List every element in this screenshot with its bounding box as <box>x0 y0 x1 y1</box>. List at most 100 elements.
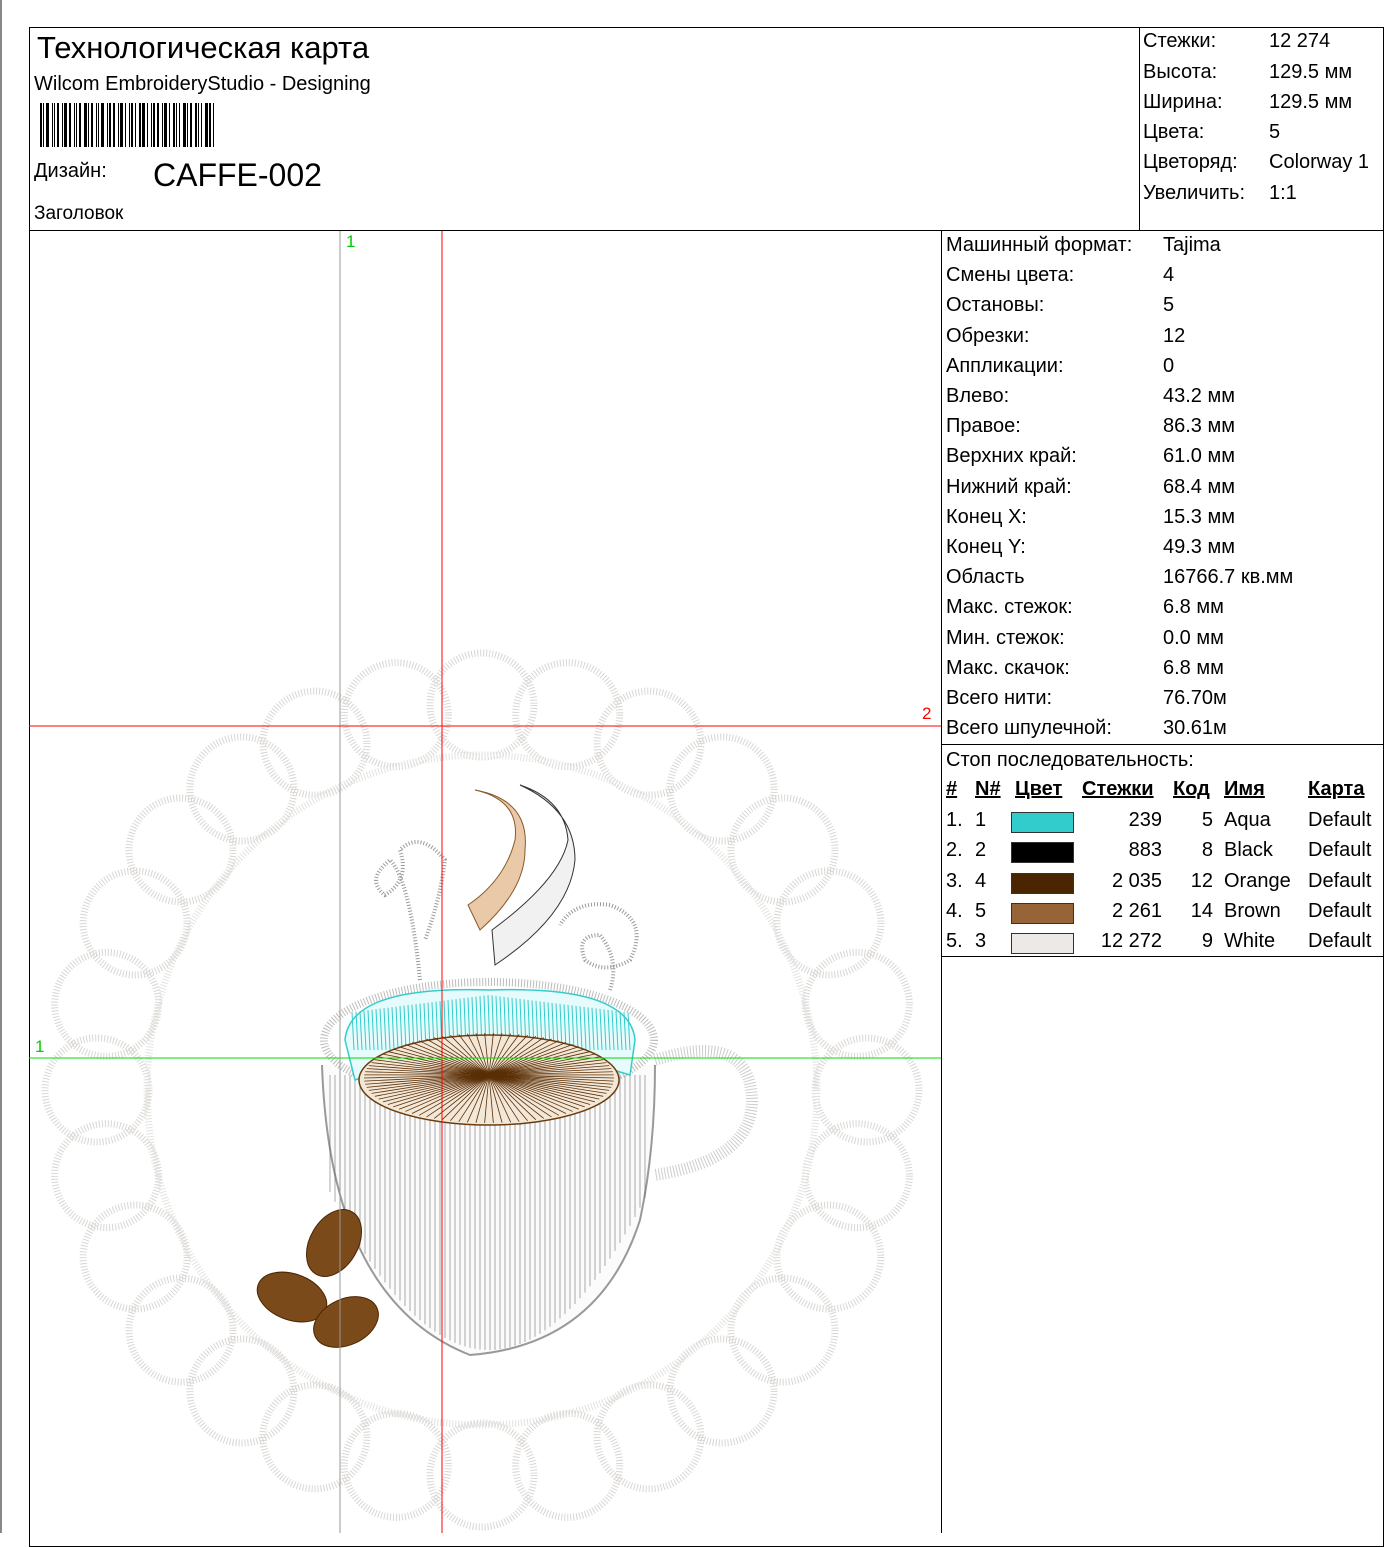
stat-value: 12 <box>1163 325 1185 348</box>
divider <box>1139 27 1140 230</box>
stat-label: Смены цвета: <box>946 264 1074 286</box>
stat-row: Макс. стежок:6.8 мм <box>946 596 1073 619</box>
cell-needle: 5 <box>975 900 986 923</box>
stat-row: Мин. стежок:0.0 мм <box>946 627 1065 650</box>
barcode-bar <box>173 103 175 147</box>
stat-label: Всего нити: <box>946 687 1052 709</box>
stat-value: 86.3 мм <box>1163 415 1235 438</box>
cell-needle: 2 <box>975 839 986 862</box>
barcode-bar <box>129 103 130 147</box>
stat-row: Верхних край:61.0 мм <box>946 445 1077 468</box>
stat-label: Область <box>946 566 1025 588</box>
stat-row: Всего шпулечной:30.61м <box>946 717 1112 740</box>
scallop <box>190 1339 294 1443</box>
barcode-bar <box>135 103 136 147</box>
page-title: Технологическая карта <box>37 30 369 66</box>
color-swatch <box>1011 812 1074 833</box>
scallop <box>263 691 367 795</box>
barcode-bar <box>79 103 81 147</box>
barcode-bar <box>162 103 163 147</box>
stat-value: 6.8 мм <box>1163 657 1224 680</box>
cell-index: 3. <box>946 870 963 893</box>
scallop <box>516 1413 620 1517</box>
stat-row: Нижний край:68.4 мм <box>946 476 1072 499</box>
cell-name: Black <box>1224 839 1273 862</box>
stat-row: Конец X:15.3 мм <box>946 506 1027 529</box>
scallop <box>597 691 701 795</box>
summary-row: Увеличить:1:1 <box>1143 182 1245 205</box>
barcode-bar <box>64 103 67 147</box>
summary-value: 129.5 мм <box>1269 61 1352 84</box>
summary-value: 5 <box>1269 121 1280 144</box>
cell-needle: 4 <box>975 870 986 893</box>
scallop <box>597 1385 701 1489</box>
barcode-bar <box>43 103 44 147</box>
barcode-bar <box>101 103 104 147</box>
barcode-bar <box>139 103 141 147</box>
cell-name: White <box>1224 930 1275 953</box>
barcode-bar <box>107 103 108 147</box>
col-header-code: Код <box>1173 778 1210 801</box>
stat-label: Макс. скачок: <box>946 657 1070 679</box>
barcode-bar <box>147 103 148 147</box>
barcode-bar <box>118 103 119 147</box>
barcode-bar <box>88 103 89 147</box>
app-subtitle: Wilcom EmbroideryStudio - Designing <box>34 73 371 96</box>
barcode-bar <box>40 103 42 147</box>
cell-name: Brown <box>1224 900 1281 923</box>
stat-row: Обрезки:12 <box>946 325 1029 348</box>
summary-value: 129.5 мм <box>1269 91 1352 114</box>
barcode-bar <box>153 103 155 147</box>
col-header-color: Цвет <box>1015 778 1062 801</box>
scallop <box>344 1413 448 1517</box>
stat-value: 68.4 мм <box>1163 476 1235 499</box>
stat-row: Аппликации:0 <box>946 355 1064 378</box>
cell-stitches: 12 272 <box>1101 930 1162 953</box>
col-header-index: # <box>946 778 957 801</box>
stat-label: Всего шпулечной: <box>946 717 1112 739</box>
summary-value: 12 274 <box>1269 30 1330 53</box>
barcode-bar <box>157 103 159 147</box>
cell-chart: Default <box>1308 930 1371 953</box>
marker-label: 1 <box>35 1037 44 1057</box>
stat-row: Конец Y:49.3 мм <box>946 536 1026 559</box>
barcode-bar <box>169 103 170 147</box>
stat-label: Конец X: <box>946 506 1027 528</box>
stat-value: 4 <box>1163 264 1174 287</box>
barcode-bar <box>57 103 59 147</box>
cell-chart: Default <box>1308 870 1371 893</box>
stat-label: Макс. стежок: <box>946 596 1073 618</box>
scallop <box>190 737 294 841</box>
col-header-needle: N# <box>975 778 1001 801</box>
summary-row: Стежки:12 274 <box>1143 30 1216 53</box>
barcode-bar <box>125 103 126 147</box>
barcode-bar <box>198 103 199 147</box>
scallop <box>55 952 159 1056</box>
table-row: 1. 1 239 5 Aqua Default <box>941 809 1384 839</box>
stat-label: Влево: <box>946 385 1009 407</box>
stat-value: 5 <box>1163 294 1174 317</box>
stat-label: Обрезки: <box>946 325 1029 347</box>
color-swatch <box>1011 842 1074 863</box>
summary-row: Высота:129.5 мм <box>1143 61 1217 84</box>
scallop <box>430 653 534 757</box>
barcode-bar <box>74 103 75 147</box>
marker-label: 2 <box>922 704 931 724</box>
barcode-bar <box>179 103 180 147</box>
summary-label: Высота: <box>1143 61 1217 83</box>
stat-value: 76.70м <box>1163 687 1227 710</box>
stop-sequence-title: Стоп последовательность: <box>946 749 1194 772</box>
cell-stitches: 2 035 <box>1112 870 1162 893</box>
scallop <box>129 798 233 902</box>
barcode <box>40 103 217 147</box>
stat-row: Макс. скачок:6.8 мм <box>946 657 1070 680</box>
barcode-bar <box>76 103 77 147</box>
divider <box>941 744 1384 745</box>
table-row: 2. 2 883 8 Black Default <box>941 839 1384 869</box>
design-label: Дизайн: <box>34 160 107 183</box>
cell-needle: 3 <box>975 930 986 953</box>
barcode-bar <box>96 103 97 147</box>
cell-chart: Default <box>1308 900 1371 923</box>
color-swatch <box>1011 903 1074 924</box>
stat-row: Машинный формат:Tajima <box>946 234 1132 257</box>
